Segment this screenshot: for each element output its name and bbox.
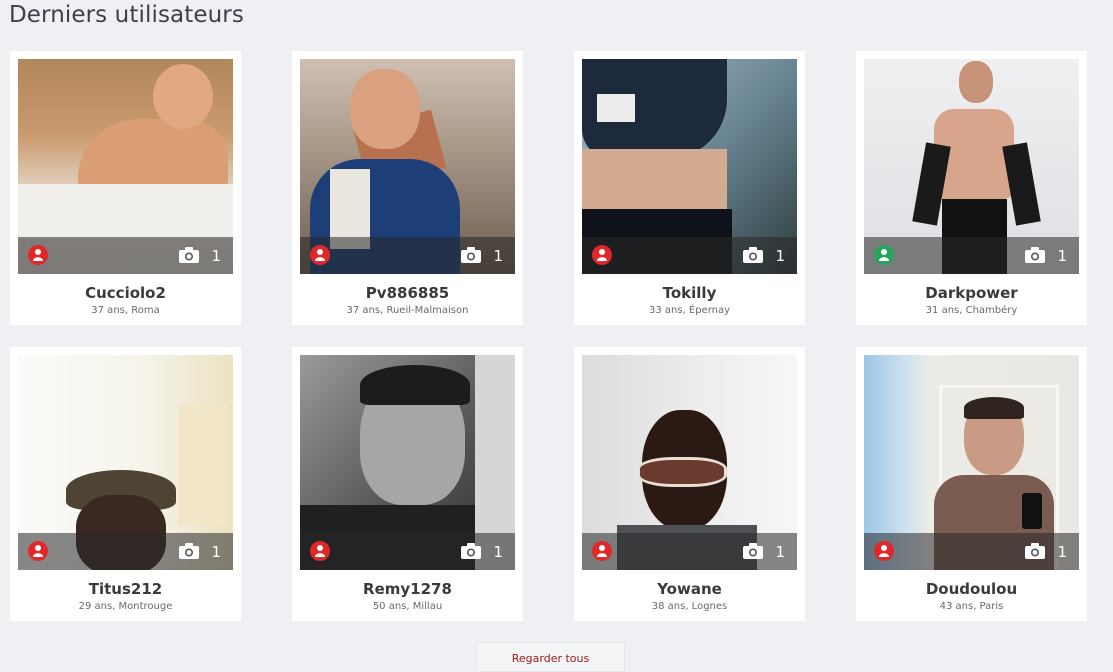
photo-overlay-bar: 1 bbox=[864, 237, 1079, 274]
user-name[interactable]: Doudoulou bbox=[864, 580, 1079, 598]
photo-count: 1 bbox=[493, 543, 503, 561]
photo-overlay-bar: 1 bbox=[300, 533, 515, 570]
user-photo[interactable]: 1 bbox=[300, 59, 515, 274]
user-card[interactable]: 1 Remy1278 50 ans, Millau bbox=[292, 347, 523, 621]
photo-overlay-bar: 1 bbox=[18, 237, 233, 274]
user-card[interactable]: 1 Doudoulou 43 ans, Paris bbox=[856, 347, 1087, 621]
user-name[interactable]: Darkpower bbox=[864, 284, 1079, 302]
user-card[interactable]: 1 Titus212 29 ans, Montrouge bbox=[10, 347, 241, 621]
camera-icon bbox=[1025, 247, 1045, 263]
user-name[interactable]: Pv886885 bbox=[300, 284, 515, 302]
photo-overlay-bar: 1 bbox=[582, 533, 797, 570]
user-name[interactable]: Titus212 bbox=[18, 580, 233, 598]
section-title: Derniers utilisateurs bbox=[9, 2, 244, 28]
user-info: 31 ans, Chambéry bbox=[925, 305, 1018, 316]
user-status-icon bbox=[310, 541, 330, 561]
user-status-icon bbox=[310, 245, 330, 265]
user-info: 50 ans, Millau bbox=[372, 601, 443, 612]
photo-overlay-bar: 1 bbox=[300, 237, 515, 274]
user-card[interactable]: 1 Darkpower 31 ans, Chambéry bbox=[856, 51, 1087, 325]
user-info: 33 ans, Épernay bbox=[648, 305, 731, 316]
photo-count: 1 bbox=[211, 247, 221, 265]
user-status-icon bbox=[592, 245, 612, 265]
user-status-icon bbox=[592, 541, 612, 561]
photo-overlay-bar: 1 bbox=[582, 237, 797, 274]
photo-overlay-bar: 1 bbox=[18, 533, 233, 570]
user-info: 38 ans, Lognes bbox=[651, 601, 728, 612]
photo-count: 1 bbox=[775, 543, 785, 561]
user-photo[interactable]: 1 bbox=[18, 59, 233, 274]
camera-icon bbox=[461, 543, 481, 559]
user-photo[interactable]: 1 bbox=[582, 355, 797, 570]
camera-icon bbox=[743, 543, 763, 559]
photo-overlay-bar: 1 bbox=[864, 533, 1079, 570]
user-card[interactable]: 1 Yowane 38 ans, Lognes bbox=[574, 347, 805, 621]
photo-count: 1 bbox=[211, 543, 221, 561]
user-photo[interactable]: 1 bbox=[864, 59, 1079, 274]
user-name[interactable]: Tokilly bbox=[582, 284, 797, 302]
camera-icon bbox=[743, 247, 763, 263]
user-status-icon bbox=[28, 245, 48, 265]
camera-icon bbox=[179, 247, 199, 263]
user-status-icon bbox=[874, 541, 894, 561]
user-name[interactable]: Yowane bbox=[582, 580, 797, 598]
user-card[interactable]: 1 Cucciolo2 37 ans, Roma bbox=[10, 51, 241, 325]
user-photo[interactable]: 1 bbox=[864, 355, 1079, 570]
user-photo[interactable]: 1 bbox=[582, 59, 797, 274]
camera-icon bbox=[179, 543, 199, 559]
user-info: 43 ans, Paris bbox=[939, 601, 1004, 612]
photo-count: 1 bbox=[1057, 543, 1067, 561]
user-grid: 1 Cucciolo2 37 ans, Roma 1 Pv886885 37 a… bbox=[10, 51, 1087, 621]
camera-icon bbox=[461, 247, 481, 263]
user-photo[interactable]: 1 bbox=[300, 355, 515, 570]
photo-count: 1 bbox=[493, 247, 503, 265]
photo-count: 1 bbox=[1057, 247, 1067, 265]
user-photo[interactable]: 1 bbox=[18, 355, 233, 570]
user-card[interactable]: 1 Pv886885 37 ans, Rueil-Malmaison bbox=[292, 51, 523, 325]
user-card[interactable]: 1 Tokilly 33 ans, Épernay bbox=[574, 51, 805, 325]
camera-icon bbox=[1025, 543, 1045, 559]
user-info: 37 ans, Roma bbox=[91, 305, 160, 316]
user-name[interactable]: Cucciolo2 bbox=[18, 284, 233, 302]
photo-count: 1 bbox=[775, 247, 785, 265]
user-name[interactable]: Remy1278 bbox=[300, 580, 515, 598]
user-status-icon bbox=[874, 245, 894, 265]
user-info: 37 ans, Rueil-Malmaison bbox=[346, 305, 469, 316]
user-info: 29 ans, Montrouge bbox=[78, 601, 173, 612]
user-status-icon bbox=[28, 541, 48, 561]
